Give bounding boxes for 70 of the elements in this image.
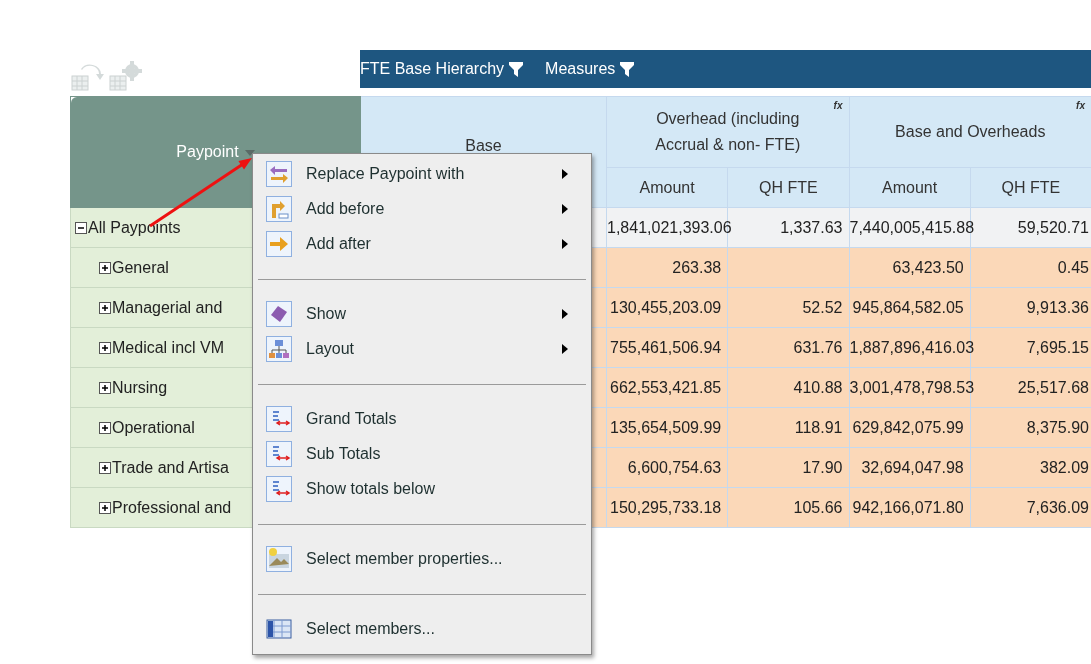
row-label: Nursing [112, 378, 168, 396]
menu-item[interactable]: Sub Totals [258, 436, 586, 471]
grand-totals-icon [266, 405, 292, 432]
table-cell: 629,842,075.99 [849, 407, 971, 448]
axis-filter[interactable]: FTE Base Hierarchy [360, 60, 524, 78]
row-label: All Paypoints [88, 218, 181, 236]
row-label: Operational [112, 418, 195, 436]
column-header: QH FTE [727, 167, 849, 208]
table-cell: 118.91 [727, 407, 849, 448]
table-cell: 9,913.36 [970, 287, 1091, 328]
menu-item[interactable]: Show [258, 296, 586, 331]
column-header: Amount [606, 167, 728, 208]
menu-item[interactable]: Add after [258, 226, 586, 261]
row-label: Medical incl VM [112, 338, 225, 356]
expand-icon[interactable] [99, 342, 111, 355]
table-cell: 631.76 [727, 327, 849, 368]
menu-item[interactable]: Select member properties... [258, 541, 586, 576]
column-group-label: Base and Overheads [895, 122, 1046, 142]
expand-icon[interactable] [99, 502, 111, 515]
properties-icon [266, 545, 292, 572]
table-cell: 382.09 [970, 447, 1091, 488]
formula-mark: fx [1076, 101, 1085, 111]
row-label: Managerial and [112, 298, 223, 316]
column-group-label: Base [465, 136, 502, 156]
sub-totals-icon [266, 440, 292, 467]
table-cell: 32,694,047.98 [849, 447, 971, 488]
column-group-label: Overhead (including Accrual & non- FTE) [654, 109, 802, 155]
menu-item[interactable]: Layout [258, 331, 586, 366]
collapse-icon[interactable] [75, 222, 87, 235]
table-cell: 8,375.90 [970, 407, 1091, 448]
menu-item[interactable]: Show totals below [258, 471, 586, 506]
expand-icon[interactable] [99, 262, 111, 275]
table-cell: 135,654,509.99 [606, 407, 728, 448]
column-header: QH FTE [970, 167, 1091, 208]
filter-icon[interactable] [509, 61, 524, 77]
row-label: General [112, 258, 169, 276]
add-after-icon [266, 230, 292, 257]
expand-icon[interactable] [99, 302, 111, 315]
caret-icon[interactable] [244, 149, 255, 156]
table-cell: 150,295,733.18 [606, 487, 728, 528]
swap-arrows-icon [266, 160, 292, 187]
hierarchy-icon [266, 335, 292, 362]
table-cell: 130,455,203.09 [606, 287, 728, 328]
table-cell: 945,864,582.05 [849, 287, 971, 328]
table-cell: 0.45 [970, 247, 1091, 288]
menu-item[interactable]: Select members... [258, 611, 586, 646]
expand-icon[interactable] [99, 382, 111, 395]
table-cell: 63,423.50 [849, 247, 971, 288]
row-label: Trade and Artisa [112, 458, 229, 476]
table-cell: 17.90 [727, 447, 849, 488]
table-cell: 52.52 [727, 287, 849, 328]
menu-item[interactable]: Grand Totals [258, 401, 586, 436]
menu-item[interactable]: Replace Paypoint with [258, 156, 586, 191]
formula-mark: fx [833, 101, 843, 111]
table-cell: 263.38 [606, 247, 728, 288]
table-cell: 6,600,754.63 [606, 447, 728, 488]
totals-below-icon [266, 475, 292, 502]
filter-icon[interactable] [620, 61, 635, 77]
table-cell: 105.66 [727, 487, 849, 528]
row-label: Professional and [112, 498, 232, 516]
expand-icon[interactable] [99, 462, 111, 475]
table-cell: 7,636.09 [970, 487, 1091, 528]
expand-icon[interactable] [99, 422, 111, 435]
add-before-icon [266, 195, 292, 222]
table-cell: 662,553,421.85 [606, 367, 728, 408]
column-header: Amount [849, 167, 971, 208]
axis-filter[interactable]: Measures [545, 60, 635, 78]
table-cell: 755,461,506.94 [606, 327, 728, 368]
table-cell: 410.88 [727, 367, 849, 408]
table-cell: 942,166,071.80 [849, 487, 971, 528]
